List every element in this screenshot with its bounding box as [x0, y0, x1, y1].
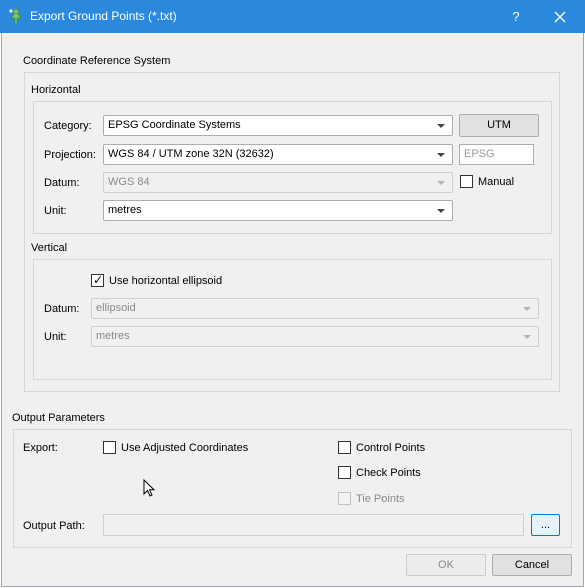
category-label: Category:: [44, 120, 92, 132]
unit-combo[interactable]: metres: [103, 200, 453, 221]
vertical-datum-combo[interactable]: ellipsoid: [91, 298, 539, 319]
mouse-pointer-icon: [143, 479, 156, 497]
datum-label: Datum:: [44, 177, 80, 189]
output-section-title: Output Parameters: [12, 412, 105, 424]
crs-section-title: Coordinate Reference System: [23, 55, 171, 67]
utm-button[interactable]: UTM: [459, 114, 539, 137]
output-path-input[interactable]: [103, 514, 524, 536]
ok-button[interactable]: OK: [406, 554, 486, 576]
manual-label: Manual: [478, 176, 515, 188]
chevron-down-icon: [437, 153, 445, 157]
unit-label: Unit:: [44, 205, 67, 217]
vertical-datum-value: ellipsoid: [96, 302, 136, 314]
datum-value: WGS 84: [108, 176, 150, 188]
category-combo[interactable]: EPSG Coordinate Systems: [103, 115, 453, 136]
tie-points-checkbox[interactable]: [338, 492, 351, 505]
checkmark-icon: ✓: [93, 273, 104, 287]
epsg-input[interactable]: EPSG: [459, 144, 534, 165]
manual-checkbox[interactable]: [460, 175, 473, 188]
use-ellipsoid-checkbox[interactable]: ✓: [91, 273, 104, 287]
tie-points-label: Tie Points: [356, 493, 405, 505]
vertical-title: Vertical: [31, 242, 68, 254]
projection-combo[interactable]: WGS 84 / UTM zone 32N (32632): [103, 144, 453, 165]
check-points-checkbox[interactable]: [338, 466, 351, 479]
check-points-label: Check Points: [356, 467, 421, 479]
datum-combo[interactable]: WGS 84: [103, 172, 453, 193]
vertical-unit-label: Unit:: [44, 331, 67, 343]
category-value: EPSG Coordinate Systems: [108, 119, 241, 131]
projection-value: WGS 84 / UTM zone 32N (32632): [108, 148, 274, 160]
help-button[interactable]: ?: [505, 7, 527, 27]
title-bar: Export Ground Points (*.txt) ?: [0, 0, 585, 33]
chevron-down-icon: [437, 181, 445, 185]
projection-label: Projection:: [44, 149, 96, 161]
use-adjusted-checkbox[interactable]: [103, 441, 116, 454]
chevron-down-icon: [437, 124, 445, 128]
app-logo-icon: [9, 7, 22, 25]
export-label: Export:: [23, 442, 58, 454]
unit-value: metres: [108, 204, 142, 216]
chevron-down-icon: [523, 307, 531, 311]
control-points-checkbox[interactable]: [338, 441, 351, 454]
use-adjusted-label: Use Adjusted Coordinates: [121, 442, 249, 454]
vertical-unit-value: metres: [96, 330, 130, 342]
close-button[interactable]: [548, 6, 572, 28]
chevron-down-icon: [437, 209, 445, 213]
close-icon: [554, 11, 566, 23]
control-points-label: Control Points: [356, 442, 426, 454]
cancel-button[interactable]: Cancel: [492, 554, 572, 576]
output-path-label: Output Path:: [23, 520, 85, 532]
use-ellipsoid-label: Use horizontal ellipsoid: [109, 275, 223, 287]
window-title: Export Ground Points (*.txt): [30, 9, 177, 23]
vertical-unit-combo[interactable]: metres: [91, 326, 539, 347]
horizontal-title: Horizontal: [31, 84, 81, 96]
browse-button[interactable]: ...: [531, 514, 560, 536]
chevron-down-icon: [523, 335, 531, 339]
vertical-datum-label: Datum:: [44, 303, 80, 315]
